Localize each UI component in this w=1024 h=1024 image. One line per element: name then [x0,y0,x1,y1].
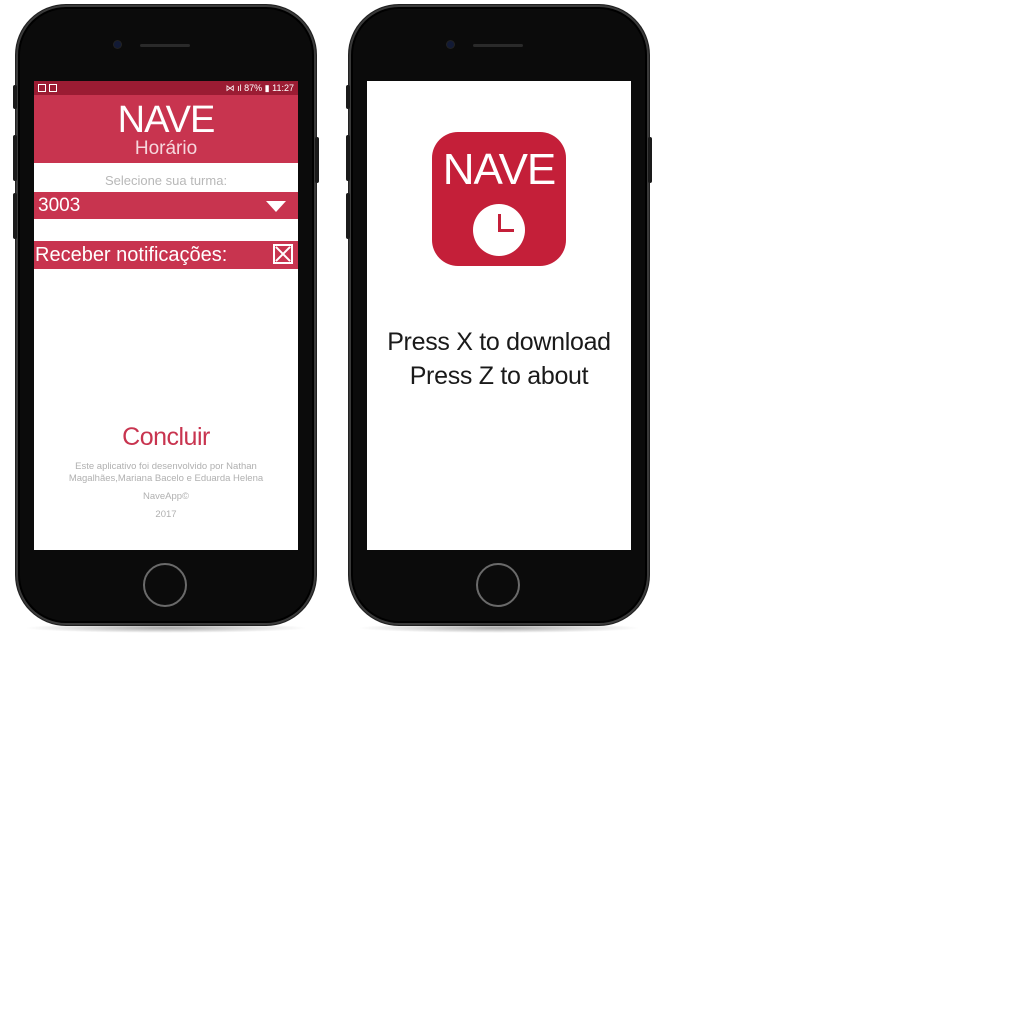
app-header: NAVE Horário [34,95,298,163]
home-button[interactable] [476,563,520,607]
screen-splash: NAVE Press X to download Press Z to abou… [367,81,631,550]
turma-dropdown[interactable]: 3003 [34,192,298,219]
notification-icons [38,81,57,95]
turma-select-label: Selecione sua turma: [104,173,228,188]
copyright-text: NaveApp© [142,491,190,502]
signal-icon: ⋈ ıl [225,83,245,93]
volume-up-button [346,135,350,181]
clock-time: 11:27 [272,83,294,93]
download-instruction: Press X to download [387,328,611,356]
status-right: ⋈ ıl 87% ▮ 11:27 [226,81,294,95]
battery-icon: ▮ [262,83,273,93]
clock-minute-hand [498,229,514,232]
mute-switch [346,85,350,109]
dropdown-arrow-icon [266,201,286,212]
battery-level: 87% [244,83,263,93]
volume-down-button [13,193,17,239]
notifications-checkbox[interactable] [273,244,293,264]
about-instruction: Press Z to about [409,362,589,390]
notification-icon [38,84,46,92]
status-bar: ⋈ ıl 87% ▮ 11:27 [34,81,298,95]
notifications-label: Receber notificações: [35,244,228,266]
front-camera [114,41,121,48]
app-subtitle: Horário [134,138,198,159]
app-icon-title: NAVE [442,145,557,194]
mute-switch [13,85,17,109]
power-button [315,137,319,183]
concluir-button[interactable]: Concluir [34,423,298,452]
power-button [648,137,652,183]
image-icon [49,84,57,92]
clock-icon [473,204,525,256]
phone-left: ⋈ ıl 87% ▮ 11:27 NAVE Horário Selecione … [13,5,319,633]
front-camera [447,41,454,48]
notifications-row[interactable]: Receber notificações: [34,241,298,269]
earpiece-speaker [140,44,190,47]
credits-text: Este aplicativo foi desenvolvido por Nat… [68,461,264,484]
phone-right: NAVE Press X to download Press Z to abou… [346,5,652,633]
year-text: 2017 [155,509,177,520]
home-button[interactable] [143,563,187,607]
screen-settings: ⋈ ıl 87% ▮ 11:27 NAVE Horário Selecione … [34,81,298,550]
app-icon: NAVE [432,132,566,266]
turma-selected-value: 3003 [38,195,81,216]
volume-up-button [13,135,17,181]
earpiece-speaker [473,44,523,47]
app-title: NAVE [117,99,216,141]
volume-down-button [346,193,350,239]
